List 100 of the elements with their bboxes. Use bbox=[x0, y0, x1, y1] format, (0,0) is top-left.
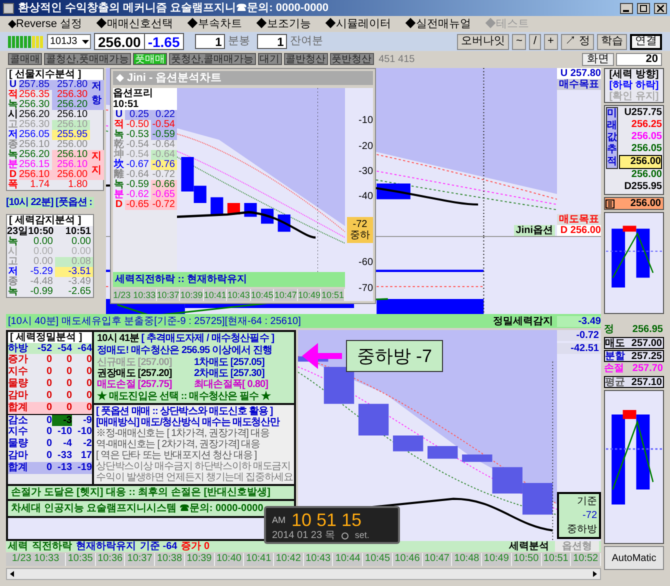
mode-tab[interactable]: 풋청산,콜매매가능 bbox=[168, 53, 256, 65]
time-label: 10:41 bbox=[204, 289, 228, 301]
table-cell-text: 0 bbox=[65, 366, 72, 378]
table-cell-text: 0 bbox=[85, 378, 92, 390]
toolbar-button[interactable]: ~ bbox=[512, 34, 526, 50]
table-cell: -0.59 bbox=[151, 130, 177, 140]
table-cell-text: -0.54 bbox=[125, 140, 150, 150]
table-cell-text: -0.64 bbox=[151, 140, 176, 150]
menu-item[interactable]: ◆실전매뉴얼 bbox=[405, 18, 472, 30]
table-cell-text: -9 bbox=[82, 415, 92, 426]
price-target: 권장매도 [257.20] bbox=[97, 368, 173, 379]
table-cell-text: -64 bbox=[76, 343, 92, 354]
toolbar-button[interactable]: 연결 bbox=[630, 34, 662, 50]
indicator-value: -0.72 bbox=[557, 330, 601, 341]
target-price: D 256.00 bbox=[557, 225, 601, 236]
status-text: 세력직전하락 :: 현재하락유지 bbox=[113, 272, 345, 287]
clock-date: 2014 01 23 목 bbox=[272, 530, 335, 541]
menu-item[interactable]: ◆보조기능 bbox=[256, 18, 312, 30]
table-cell-text: -33 bbox=[56, 450, 72, 462]
row-label: 감마 bbox=[8, 450, 29, 462]
table-cell: 0.25 bbox=[125, 110, 151, 120]
forecast-value: 256.25 bbox=[630, 119, 662, 131]
time-label: 10:51 bbox=[65, 226, 92, 237]
row-label: 녹 bbox=[7, 237, 19, 247]
mode-tab[interactable]: 콜매매 bbox=[8, 53, 42, 65]
position-label: 분할 bbox=[605, 351, 626, 361]
time-label: 10:38 bbox=[155, 553, 185, 566]
scrollbar[interactable] bbox=[6, 568, 601, 580]
row-label: 녹 bbox=[7, 150, 19, 160]
table-cell-text: -0.99 bbox=[29, 287, 54, 297]
code-dropdown[interactable]: 101J3 bbox=[47, 34, 91, 49]
candle bbox=[392, 436, 424, 452]
time-label: 10:40 bbox=[214, 553, 244, 566]
toolbar-button[interactable]: + bbox=[544, 34, 558, 50]
row-label: 녹 bbox=[7, 287, 19, 297]
menu-item[interactable]: ◆매매신호선택 bbox=[96, 18, 174, 30]
automatic-button[interactable]: AutoMatic bbox=[604, 546, 664, 570]
interval-field[interactable]: 1 bbox=[194, 34, 225, 49]
table-cell-text: 0.00 bbox=[32, 257, 54, 267]
toolbar-button[interactable]: 오버나잇 bbox=[457, 34, 509, 50]
axis-label: -20 bbox=[358, 140, 373, 152]
table-cell-text: -0.50 bbox=[125, 120, 150, 130]
menu-item[interactable]: ◆Reverse 설정 bbox=[8, 18, 82, 30]
time-label: 10:37 bbox=[156, 289, 180, 301]
signal-callout: 중하방 -7 bbox=[346, 340, 444, 372]
mode-tab[interactable]: 대기 bbox=[258, 53, 282, 65]
table-cell-text: 0 bbox=[45, 450, 52, 462]
row-label: 적 bbox=[113, 120, 125, 130]
maximize-button[interactable] bbox=[637, 2, 650, 14]
mode-tab[interactable]: 콜청산,풋매매가능 bbox=[44, 53, 131, 65]
close-button[interactable] bbox=[654, 2, 667, 14]
time-label: 10:39 bbox=[180, 289, 204, 301]
position-value: 257.00 bbox=[630, 338, 663, 348]
table-cell: -3.51 bbox=[55, 267, 93, 277]
threshold-line bbox=[606, 448, 662, 450]
table-cell-text: -54 bbox=[56, 343, 72, 354]
time-label: 1/23 10:33 bbox=[6, 553, 66, 566]
candle bbox=[324, 366, 354, 404]
toolbar-button[interactable]: ↗ 정 bbox=[560, 34, 594, 50]
panel-value: -3.49 bbox=[557, 316, 601, 326]
time-label: 10:49 bbox=[482, 553, 512, 566]
table-cell-text: 0 bbox=[65, 378, 72, 390]
mode-tab[interactable]: 풋반청산 bbox=[330, 53, 374, 65]
time-label: 10:49 bbox=[298, 289, 322, 301]
remaining-field[interactable]: 1 bbox=[256, 34, 287, 49]
signal-lead: 정매도! 매수청산은 256.95 이상에서 진행 bbox=[97, 345, 274, 356]
menu-item[interactable]: ◆시뮬레이터 bbox=[325, 18, 392, 30]
clock-settings-icon bbox=[340, 532, 349, 540]
mode-tab[interactable]: 콜반청산 bbox=[284, 53, 328, 65]
menu-item[interactable]: ◆부속차트 bbox=[187, 18, 242, 30]
row-label: 물량 bbox=[8, 378, 29, 390]
minimize-button[interactable] bbox=[620, 2, 633, 14]
table-cell-text: 0 bbox=[85, 402, 92, 414]
table-cell-text: -52 bbox=[36, 343, 52, 354]
chart-name: 세력분석 bbox=[509, 541, 550, 552]
screen-value: 20 bbox=[616, 52, 662, 66]
screen-label: 화면 bbox=[582, 52, 614, 66]
time-label: 10:42 bbox=[274, 553, 304, 566]
toolbar-button[interactable]: / bbox=[529, 34, 540, 50]
row-label: U bbox=[115, 110, 124, 120]
time-label: 10:44 bbox=[333, 553, 364, 566]
guide-text: [매매방식] 매도/청산방식 매수는 매도청산만 bbox=[96, 417, 281, 428]
table-cell-text: 256.15 bbox=[19, 160, 51, 170]
target-label: 매도목표 bbox=[557, 214, 601, 225]
toolbar-button[interactable]: 학습 bbox=[597, 34, 627, 50]
table-cell-text: 0 bbox=[85, 354, 92, 366]
row-label: 종 bbox=[7, 140, 19, 150]
table-cell: -0.76 bbox=[151, 160, 177, 170]
guide-text: 수익이 발생하면 언제든지 챙기는데 집중하세요 bbox=[96, 472, 292, 483]
guide-text: [ 역은 단타 또는 반대포지션 청산 대응 ] bbox=[96, 450, 258, 461]
badge-value: -72 bbox=[352, 218, 368, 230]
change-value: -1.65 bbox=[144, 34, 183, 49]
row-label: 폭 bbox=[7, 180, 19, 190]
direction-title: [세력 방향] bbox=[609, 69, 659, 80]
table-cell-text: -4.48 bbox=[29, 277, 54, 287]
time-label: 10:47 bbox=[274, 289, 298, 301]
time-label: 10:45 bbox=[250, 289, 274, 301]
row-label: 녹 bbox=[113, 130, 125, 140]
table-cell-text: 0 bbox=[45, 415, 52, 426]
table-cell-text: 256.10 bbox=[56, 110, 89, 120]
